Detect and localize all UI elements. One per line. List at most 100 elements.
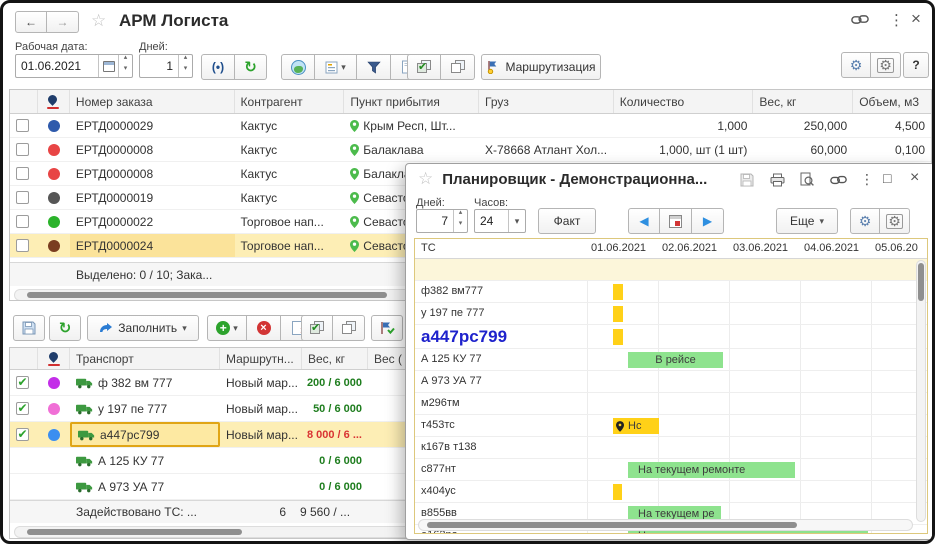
transport-hscroll-thumb[interactable]	[27, 529, 242, 535]
print-preview-icon[interactable]	[800, 172, 814, 187]
gantt-row[interactable]: у 197 пе 777	[415, 303, 927, 325]
gantt-row[interactable]: А 125 КУ 77 В рейсе	[415, 349, 927, 371]
route-check-button[interactable]	[371, 315, 403, 341]
row-checkbox[interactable]	[16, 191, 29, 204]
save-button[interactable]	[13, 315, 45, 341]
gantt-vscrollbar[interactable]	[916, 260, 926, 522]
gantt-row[interactable]: с877нт На текущем ремонте	[415, 459, 927, 481]
gantt-row[interactable]: к167в т138	[415, 437, 927, 459]
gantt-bar-yellow[interactable]	[613, 284, 623, 300]
table-row[interactable]: ЕРТД0000029 Кактус Крым Респ, Шт... 1,00…	[10, 114, 931, 138]
chevron-down-icon[interactable]: ▾	[508, 210, 525, 232]
gantt-row[interactable]: А 973 УА 77	[415, 371, 927, 393]
orders-hscroll-thumb[interactable]	[27, 292, 387, 298]
clear-marks-button[interactable]	[333, 315, 365, 341]
orders-header-qty[interactable]: Количество	[614, 90, 754, 113]
orders-header-weight[interactable]: Вес, кг	[753, 90, 853, 113]
gantt-chart[interactable]: ТС 01.06.2021 02.06.2021 03.06.2021 04.0…	[414, 238, 928, 534]
set-mark-button[interactable]: ✔	[407, 54, 441, 80]
focused-cell[interactable]: а447рс799	[70, 422, 220, 447]
fact-button[interactable]: Факт	[538, 208, 596, 234]
orders-header-volume[interactable]: Объем, м3	[853, 90, 931, 113]
list-mode-button[interactable]: ▾	[315, 54, 357, 80]
gantt-bar-yellow[interactable]	[613, 329, 623, 345]
orders-header-number[interactable]: Номер заказа	[70, 90, 235, 113]
gantt-row[interactable]: х404ус	[415, 481, 927, 503]
fill-button[interactable]: Заполнить ▾	[87, 315, 199, 341]
map-button[interactable]	[281, 54, 315, 80]
planner-days-field[interactable]: 7 ▴▾	[416, 209, 468, 233]
calendar-picker-button[interactable]	[98, 55, 118, 77]
routing-button[interactable]: Маршрутизация	[481, 54, 601, 80]
row-checkbox-checked[interactable]: ✔	[16, 402, 29, 415]
filter-button[interactable]	[357, 54, 391, 80]
work-date-field[interactable]: 01.06.2021 ▴▾	[15, 54, 133, 78]
planner-hours-value[interactable]: 24	[475, 210, 508, 232]
window-settings-button[interactable]: ⚙	[871, 52, 901, 78]
auto-refresh-button[interactable]: (•)	[201, 54, 235, 80]
planner-days-spinner[interactable]: ▴▾	[453, 210, 467, 232]
refresh-button[interactable]: ↻	[235, 54, 267, 80]
current-period-button[interactable]	[660, 208, 692, 234]
work-date-value[interactable]: 01.06.2021	[16, 55, 98, 77]
maximize-icon[interactable]: □	[883, 170, 891, 186]
work-date-spinner[interactable]: ▴▾	[118, 55, 132, 77]
menu-kebab-icon[interactable]: ⋮	[889, 11, 904, 29]
gantt-hscroll-thumb[interactable]	[427, 522, 797, 528]
add-button[interactable]: + ▾	[207, 315, 247, 341]
gantt-bar-yellow[interactable]	[613, 484, 622, 500]
gantt-row[interactable]: т453тс Нс	[415, 415, 927, 437]
gantt-row-highlighted[interactable]: а447рс799	[415, 325, 927, 349]
transport-header-route[interactable]: Маршрутн...	[220, 348, 302, 369]
row-checkbox-checked[interactable]: ✔	[16, 376, 29, 389]
favorite-star-icon[interactable]: ☆	[418, 169, 433, 189]
menu-kebab-icon[interactable]: ⋮	[860, 171, 874, 188]
gantt-hscrollbar[interactable]	[418, 519, 913, 531]
clear-marks-button[interactable]	[441, 54, 475, 80]
forward-button[interactable]: →	[47, 11, 79, 33]
more-button[interactable]: Еще ▾	[776, 208, 838, 234]
gantt-bar-status[interactable]: В рейсе	[628, 352, 723, 368]
help-button[interactable]: ?	[903, 52, 929, 78]
row-checkbox[interactable]	[16, 119, 29, 132]
row-checkbox[interactable]	[16, 143, 29, 156]
next-period-button[interactable]: ▶	[692, 208, 724, 234]
gantt-vscroll-thumb[interactable]	[918, 263, 924, 301]
days-value[interactable]: 1	[140, 55, 178, 77]
link-icon[interactable]	[851, 13, 869, 26]
form-settings-button[interactable]: ⚙	[841, 52, 871, 78]
window-close-icon[interactable]: ×	[911, 9, 921, 29]
refresh-list-button[interactable]: ↻	[49, 315, 81, 341]
gantt-bar-status[interactable]: На текущем ремонте	[628, 462, 795, 478]
planner-hours-combobox[interactable]: 24 ▾	[474, 209, 526, 233]
table-row[interactable]: ЕРТД0000008 Кактус Балаклава Х-78668 Атл…	[10, 138, 931, 162]
row-checkbox-checked[interactable]: ✔	[16, 428, 29, 441]
orders-header-arrival[interactable]: Пункт прибытия	[344, 90, 479, 113]
gantt-bar-status[interactable]: Нс	[613, 418, 659, 434]
form-settings-button[interactable]: ⚙	[850, 208, 880, 234]
orders-header-cargo[interactable]: Груз	[479, 90, 614, 113]
dialog-close-icon[interactable]: ×	[910, 169, 919, 187]
previous-period-button[interactable]: ◀	[628, 208, 660, 234]
back-button[interactable]: ←	[15, 11, 47, 33]
planner-days-value[interactable]: 7	[417, 210, 453, 232]
row-checkbox[interactable]	[16, 167, 29, 180]
transport-header-weight[interactable]: Вес, кг	[302, 348, 368, 369]
delete-button[interactable]: ×	[247, 315, 281, 341]
transport-header-vehicle[interactable]: Транспорт	[70, 348, 220, 369]
gantt-row-empty[interactable]	[415, 259, 927, 281]
window-settings-button[interactable]: ⚙	[880, 208, 910, 234]
link-icon[interactable]	[830, 174, 847, 186]
gantt-row[interactable]: ф382 вм777	[415, 281, 927, 303]
days-spinner[interactable]: ▴▾	[178, 55, 192, 77]
row-checkbox[interactable]	[16, 215, 29, 228]
orders-header-counterparty[interactable]: Контрагент	[235, 90, 345, 113]
planner-title-bar[interactable]: ☆ Планировщик - Демонстрационна... ⋮ □ ×	[406, 164, 934, 194]
days-field[interactable]: 1 ▴▾	[139, 54, 193, 78]
save-icon-disabled[interactable]	[740, 173, 754, 187]
set-mark-button[interactable]: ✔	[301, 315, 333, 341]
row-checkbox[interactable]	[16, 239, 29, 252]
gantt-bar-yellow[interactable]	[613, 306, 623, 322]
gantt-row[interactable]: м296тм	[415, 393, 927, 415]
favorite-star-icon[interactable]: ☆	[91, 11, 106, 31]
